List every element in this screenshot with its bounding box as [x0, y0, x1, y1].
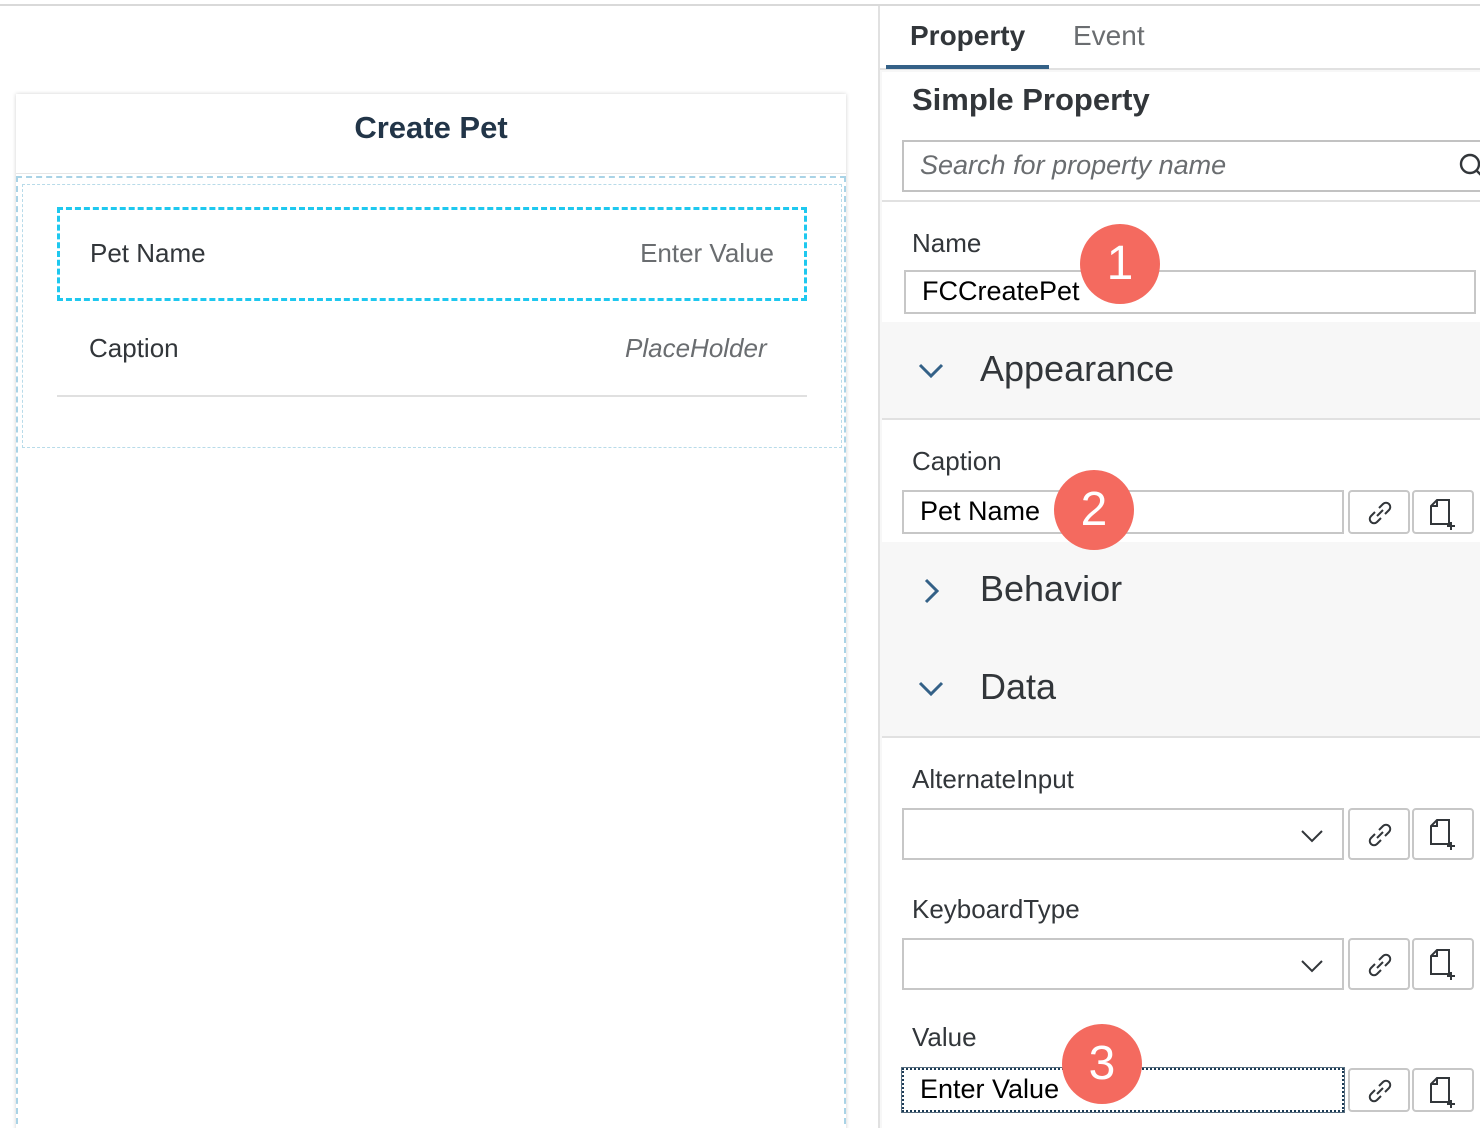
form-cell-label: Caption	[89, 333, 179, 363]
form-preview: Create Pet Pet Name Enter Value Caption …	[16, 94, 846, 1128]
chevron-right-icon	[924, 578, 940, 604]
divider	[882, 200, 1480, 202]
callout-badge-3: 3	[1062, 1024, 1142, 1104]
panel-tabbar: Property Event	[880, 6, 1480, 70]
form-cell-value: Enter Value	[640, 238, 774, 268]
search-icon[interactable]	[1458, 152, 1480, 182]
link-icon	[1368, 1079, 1392, 1103]
active-tab-indicator	[886, 65, 1049, 69]
group-data[interactable]: Data	[882, 640, 1480, 736]
value-new-button[interactable]	[1412, 1068, 1474, 1112]
name-value: FCCreatePet	[922, 276, 1080, 306]
name-label: Name	[912, 228, 982, 258]
group-behavior[interactable]: Behavior	[882, 542, 1480, 638]
data-block: AlternateInput KeyboardType Value Enter …	[882, 738, 1480, 1128]
alternate-input-new-button[interactable]	[1412, 808, 1474, 860]
keyboard-type-bind-button[interactable]	[1348, 938, 1410, 990]
form-header: Create Pet	[16, 94, 846, 174]
value-label: Value	[912, 1022, 977, 1052]
design-canvas: Create Pet Pet Name Enter Value Caption …	[0, 6, 878, 1128]
group-title: Appearance	[980, 348, 1175, 389]
form-section[interactable]: Pet Name Enter Value Caption PlaceHolder	[22, 184, 842, 448]
caption-label: Caption	[912, 446, 1002, 476]
link-icon	[1368, 953, 1392, 977]
properties-panel: Property Event Simple Property Search fo…	[878, 6, 1480, 1128]
link-icon	[1368, 823, 1392, 847]
chevron-down-icon	[1301, 830, 1323, 843]
property-search-input[interactable]: Search for property name	[902, 140, 1480, 192]
chevron-down-icon	[1301, 960, 1323, 973]
form-cell-label: Pet Name	[90, 238, 206, 268]
form-cell-pet-name[interactable]: Pet Name Enter Value	[57, 207, 807, 301]
keyboard-type-label: KeyboardType	[912, 894, 1080, 924]
search-placeholder: Search for property name	[920, 150, 1227, 180]
keyboard-type-new-button[interactable]	[1412, 938, 1474, 990]
simple-property-block: Simple Property Search for property name…	[882, 72, 1480, 322]
new-document-icon	[1430, 499, 1455, 530]
alternate-input-select[interactable]	[902, 808, 1344, 860]
new-document-icon	[1430, 949, 1455, 980]
link-icon	[1368, 501, 1392, 525]
new-document-icon	[1430, 1077, 1455, 1108]
form-body[interactable]: Pet Name Enter Value Caption PlaceHolder	[16, 176, 846, 1128]
value-bind-button[interactable]	[1348, 1068, 1410, 1112]
alternate-input-label: AlternateInput	[912, 764, 1074, 794]
callout-badge-1: 1	[1080, 224, 1160, 304]
chevron-down-icon	[918, 681, 944, 697]
keyboard-type-select[interactable]	[902, 938, 1344, 990]
form-title: Create Pet	[354, 110, 508, 145]
form-cell-caption[interactable]: Caption PlaceHolder	[57, 303, 807, 397]
chevron-down-icon	[918, 363, 944, 379]
tab-event[interactable]: Event	[1073, 20, 1145, 52]
new-document-icon	[1430, 819, 1455, 850]
panel-heading: Simple Property	[912, 82, 1150, 117]
group-title: Behavior	[980, 568, 1123, 609]
caption-value: Pet Name	[920, 496, 1041, 526]
form-cell-placeholder: PlaceHolder	[625, 333, 767, 363]
caption-new-button[interactable]	[1412, 490, 1474, 534]
value-text: Enter Value	[920, 1074, 1060, 1104]
group-title: Data	[980, 666, 1057, 707]
caption-bind-button[interactable]	[1348, 490, 1410, 534]
group-appearance[interactable]: Appearance	[882, 322, 1480, 418]
caption-block: Caption Pet Name	[882, 420, 1480, 542]
callout-badge-2: 2	[1054, 470, 1134, 550]
name-input[interactable]: FCCreatePet	[904, 270, 1476, 314]
alternate-input-bind-button[interactable]	[1348, 808, 1410, 860]
tab-property[interactable]: Property	[910, 20, 1025, 52]
